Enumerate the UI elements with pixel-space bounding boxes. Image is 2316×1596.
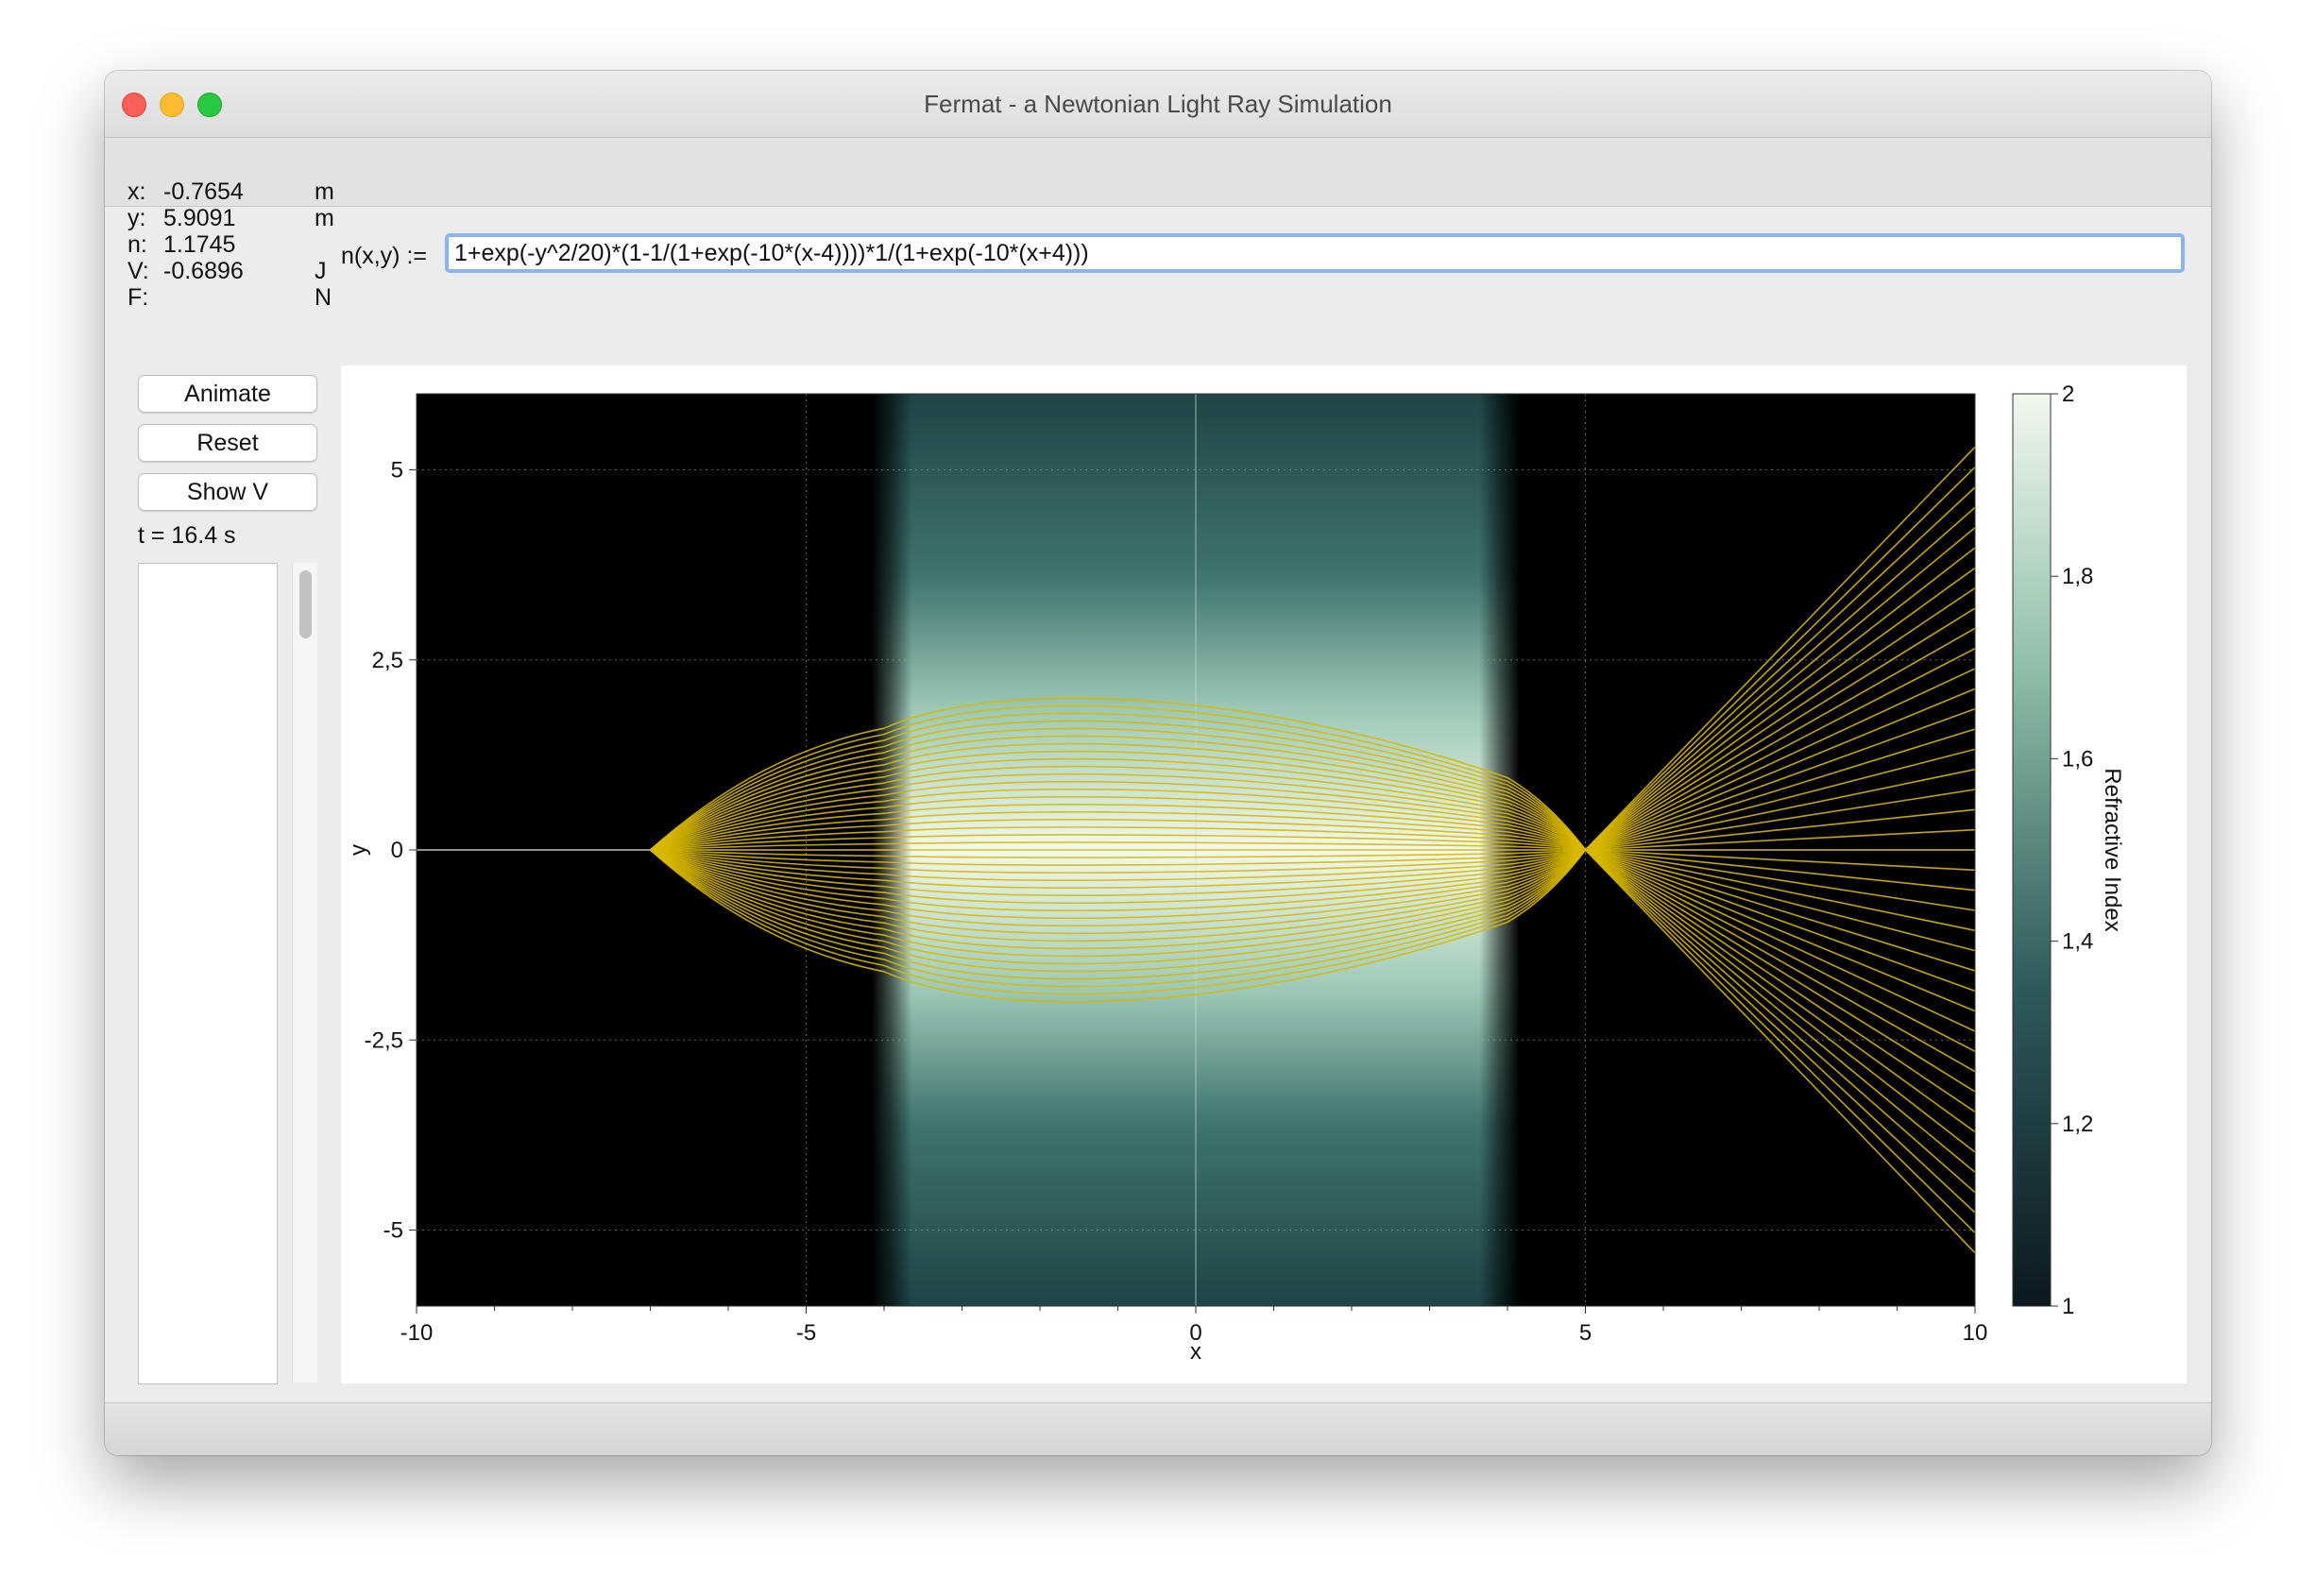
y-axis-label: y: [346, 844, 371, 856]
y-tick-label: 5: [391, 458, 403, 484]
readout-y-label: y:: [128, 205, 146, 231]
colorbar-tick-label: 1,2: [2062, 1112, 2093, 1137]
colorbar: 2 1,8 1,6 1,4 1,2 1 Refractive Index: [2012, 382, 2125, 1319]
reset-button[interactable]: Reset: [138, 424, 317, 462]
x-axis-label: x: [1190, 1339, 1201, 1365]
title-bar[interactable]: Fermat - a Newtonian Light Ray Simulatio…: [105, 71, 2211, 138]
y-tick-label: -5: [383, 1218, 403, 1244]
y-axis: 5 2,5 0 -2,5 -5: [365, 458, 417, 1244]
readout-y-value: 5.9091: [163, 205, 236, 231]
readout-x-unit: m: [315, 178, 334, 205]
status-bar: [105, 1402, 2211, 1455]
colorbar-gradient: [2012, 393, 2052, 1307]
colorbar-tick-label: 2: [2062, 382, 2074, 407]
x-tick-label: 5: [1579, 1320, 1592, 1346]
readout-n-value: 1.1745: [163, 231, 236, 258]
window-title: Fermat - a Newtonian Light Ray Simulatio…: [924, 90, 1392, 118]
readout-x-label: x:: [128, 178, 146, 205]
toolbar-strip: [105, 138, 2211, 207]
x-tick-label: -5: [796, 1320, 816, 1346]
readout-y-unit: m: [315, 205, 334, 231]
readout-v-unit: J: [315, 258, 327, 284]
time-label: t = 16.4 s: [138, 522, 236, 549]
y-tick-label: 0: [391, 838, 403, 863]
colorbar-tick-label: 1,8: [2062, 564, 2093, 589]
scrollbar-thumb[interactable]: [299, 570, 312, 638]
readout-x-value: -0.7654: [163, 178, 244, 205]
colorbar-tick-label: 1: [2062, 1294, 2074, 1319]
plot-area[interactable]: -10 -5 0 5 10 5 2,5 0 -2,5 -5 x y 2 1,8 1,6 1,4 1,2 1…: [341, 365, 2187, 1384]
refractive-index-formula-input[interactable]: [445, 233, 2185, 273]
colorbar-ticks: 2 1,8 1,6 1,4 1,2 1: [2051, 382, 2093, 1319]
readout-n-label: n:: [128, 231, 147, 258]
app-window: Fermat - a Newtonian Light Ray Simulatio…: [105, 71, 2211, 1455]
show-v-button[interactable]: Show V: [138, 473, 317, 511]
y-tick-label: 2,5: [372, 648, 403, 673]
animate-button[interactable]: Animate: [138, 375, 317, 413]
vertical-scrollbar[interactable]: [292, 563, 317, 1383]
ray-plot[interactable]: -10 -5 0 5 10 5 2,5 0 -2,5 -5 x y 2 1,8 1,6 1,4 1,2 1…: [341, 365, 2187, 1384]
readout-f-unit: N: [315, 284, 332, 311]
output-list[interactable]: [138, 563, 278, 1384]
readout-v-label: V:: [128, 258, 149, 284]
x-tick-label: 10: [1963, 1320, 1988, 1346]
colorbar-tick-label: 1,6: [2062, 746, 2093, 772]
colorbar-label: Refractive Index: [2100, 768, 2125, 931]
readout-f-label: F:: [128, 284, 149, 311]
readout-v-value: -0.6896: [163, 258, 244, 284]
formula-label: n(x,y) :=: [341, 243, 427, 269]
colorbar-tick-label: 1,4: [2062, 929, 2093, 955]
y-tick-label: -2,5: [365, 1027, 403, 1053]
x-tick-label: -10: [400, 1320, 434, 1346]
